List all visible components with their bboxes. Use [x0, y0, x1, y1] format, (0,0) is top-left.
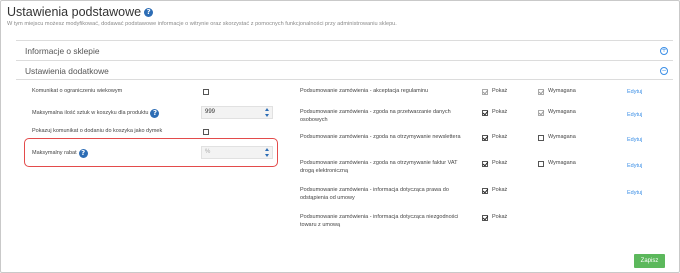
summary-edit-link[interactable]: Edytuj	[627, 89, 642, 95]
page-title: Ustawienia podstawowe ?	[7, 5, 154, 19]
summary-show-checkbox[interactable]	[482, 110, 488, 116]
expand-icon[interactable]: +	[660, 47, 668, 55]
summary-show-checkbox[interactable]	[482, 188, 488, 194]
summary-show-label: Pokaż	[492, 134, 508, 140]
help-icon[interactable]: ?	[144, 7, 154, 17]
page-title-text: Ustawienia podstawowe	[7, 5, 142, 19]
summary-show-label: Pokaż	[492, 109, 508, 115]
panel-shop-info-title[interactable]: Informacje o sklepie	[25, 46, 99, 56]
summary-required-label: Wymagana	[548, 109, 576, 115]
summary-required-checkbox[interactable]	[538, 110, 544, 116]
max-qty-label-wrap: Maksymalna ilość sztuk w koszyku dla pro…	[32, 109, 160, 118]
summary-required-label: Wymagana	[548, 88, 576, 94]
summary-row-label: Podsumowanie zamówienia - zgoda na otrzy…	[300, 160, 458, 174]
help-icon[interactable]: ?	[150, 109, 160, 118]
panel-shop-info[interactable]: Informacje o sklepie +	[16, 40, 673, 60]
summary-show-label: Pokaż	[492, 214, 508, 220]
summary-row-label: Podsumowanie zamówienia - informacja dot…	[300, 214, 459, 228]
summary-edit-link[interactable]: Edytuj	[627, 190, 642, 196]
summary-edit-link[interactable]: Edytuj	[627, 137, 642, 143]
summary-edit-link[interactable]: Edytuj	[627, 163, 642, 169]
max-qty-value: 999	[205, 109, 216, 115]
save-button[interactable]: Zapisz	[634, 254, 665, 268]
summary-required-checkbox[interactable]	[538, 135, 544, 141]
summary-required-label: Wymagana	[548, 160, 576, 166]
page-subtitle: W tym miejscu możesz modyfikować, dodawa…	[7, 21, 397, 27]
summary-required-checkbox[interactable]	[538, 89, 544, 95]
tooltip-setting-label: Pokazuj komunikat o dodaniu do koszyka j…	[32, 128, 163, 134]
summary-show-checkbox[interactable]	[482, 161, 488, 167]
summary-show-checkbox[interactable]	[482, 215, 488, 221]
max-qty-input[interactable]: 999	[201, 106, 273, 119]
summary-show-label: Pokaż	[492, 88, 508, 94]
summary-row-label: Podsumowanie zamówienia - akceptacja reg…	[300, 88, 429, 94]
highlight-box	[24, 138, 278, 167]
summary-required-label: Wymagana	[548, 134, 576, 140]
panel-additional-settings[interactable]: Ustawienia dodatkowe −	[16, 60, 673, 80]
max-qty-label: Maksymalna ilość sztuk w koszyku dla pro…	[32, 109, 149, 116]
summary-edit-link[interactable]: Edytuj	[627, 112, 642, 118]
age-limit-checkbox[interactable]	[203, 89, 209, 95]
spinner-arrows-icon[interactable]	[265, 108, 270, 117]
summary-show-label: Pokaż	[492, 187, 508, 193]
summary-row-label: Podsumowanie zamówienia - zgoda na otrzy…	[300, 134, 461, 140]
summary-show-checkbox[interactable]	[482, 135, 488, 141]
summary-row-label: Podsumowanie zamówienia - informacja dot…	[300, 187, 449, 201]
summary-show-checkbox[interactable]	[482, 89, 488, 95]
summary-row-label: Podsumowanie zamówienia - zgoda na przet…	[300, 109, 451, 123]
age-limit-label: Komunikat o ograniczeniu wiekowym	[32, 88, 123, 94]
summary-required-checkbox[interactable]	[538, 161, 544, 167]
collapse-icon[interactable]: −	[660, 67, 668, 75]
summary-show-label: Pokaż	[492, 160, 508, 166]
tooltip-setting-checkbox[interactable]	[203, 129, 209, 135]
panel-additional-settings-title[interactable]: Ustawienia dodatkowe	[25, 66, 109, 76]
